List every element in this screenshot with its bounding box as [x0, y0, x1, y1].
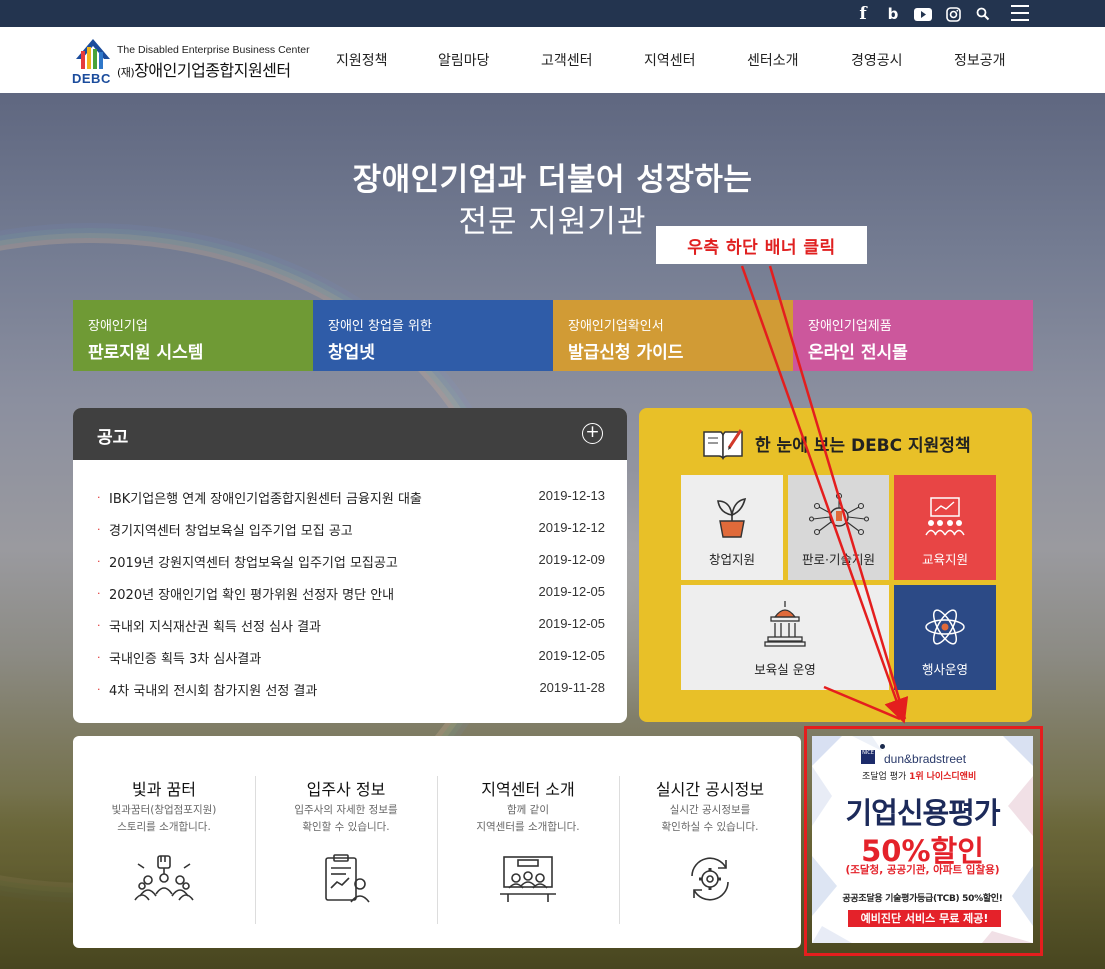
- notebook-pen-icon: [703, 429, 743, 460]
- main-navigation: 지원정책 알림마당 고객센터 지역센터 센터소개 경영공시 정보공개: [312, 50, 1032, 72]
- policy-title: 한 눈에 보는 DEBC 지원정책: [755, 435, 971, 456]
- info-realtime-disclosure[interactable]: 실시간 공시정보 실시간 공시정보를 확인하실 수 있습니다.: [619, 736, 801, 948]
- youtube-icon[interactable]: [913, 4, 933, 24]
- notice-header: 공고 +: [73, 408, 627, 460]
- nav-management-disclosure[interactable]: 경영공시: [851, 50, 903, 70]
- banner-headline: 기업신용평가: [845, 796, 1000, 830]
- info-tenant-info[interactable]: 입주사 정보 입주사의 자세한 정보를 확인할 수 있습니다.: [255, 736, 437, 948]
- policy-incubator-operation[interactable]: 보육실 운영: [681, 585, 889, 690]
- banner-brand: dun&bradstreet: [884, 752, 967, 766]
- building-icon: [764, 601, 806, 647]
- blog-icon[interactable]: b: [883, 4, 903, 24]
- team-fist-icon: [134, 855, 194, 901]
- meeting-icon: [500, 856, 556, 902]
- policy-education-support[interactable]: 교육지원: [894, 475, 996, 580]
- utility-bar: f b: [0, 0, 1105, 27]
- policy-event-operation[interactable]: 행사운영: [894, 585, 996, 690]
- nav-customer-center[interactable]: 고객센터: [541, 50, 593, 70]
- banner-pagination: [880, 744, 984, 749]
- banner-subtitle: 조달업 평가 1위 나이스디앤비: [862, 772, 977, 782]
- facebook-icon[interactable]: f: [853, 4, 873, 24]
- banner-dot[interactable]: [913, 744, 918, 749]
- banner-note: (조달청, 공공기관, 아파트 입찰용): [845, 864, 1000, 876]
- banner-dot[interactable]: [891, 744, 896, 749]
- menu-icon[interactable]: [1011, 5, 1029, 21]
- logo-abbreviation: DEBC: [72, 71, 111, 86]
- banner-free-diagnosis-button[interactable]: 예비진단 서비스 무료 제공!: [848, 910, 1001, 927]
- banner-dot[interactable]: [935, 744, 940, 749]
- policy-sales-tech-support[interactable]: 판로·기술지원: [788, 475, 889, 580]
- tile-online-mall[interactable]: 장애인기업제품 온라인 전시몰: [793, 300, 1033, 371]
- notice-title: 공고: [97, 428, 129, 448]
- notice-item[interactable]: · 국내외 지식재산권 획득 선정 심사 결과 2019-12-05: [97, 616, 605, 638]
- logo-english-name: The Disabled Enterprise Business Center: [117, 44, 310, 56]
- atom-icon: [925, 609, 965, 645]
- nav-information-disclosure[interactable]: 정보공개: [954, 50, 1006, 70]
- hero-headline: 장애인기업과 더불어 성장하는: [352, 162, 753, 198]
- notice-item[interactable]: · 경기지역센터 창업보육실 입주기업 모집 공고 2019-12-12: [97, 520, 605, 542]
- logo-korean-name: (재)장애인기업종합지원센터: [117, 61, 291, 80]
- nav-about-center[interactable]: 센터소개: [747, 50, 799, 70]
- instagram-icon[interactable]: [943, 4, 963, 24]
- banner-dot[interactable]: [946, 744, 951, 749]
- annotation-callout: 우측 하단 배너 클릭: [656, 226, 867, 264]
- notice-item[interactable]: · IBK기업은행 연계 장애인기업종합지원센터 금융지원 대출 2019-12-1…: [97, 488, 605, 510]
- banner-dot[interactable]: [924, 744, 929, 749]
- site-logo[interactable]: DEBC The Disabled Enterprise Business Ce…: [72, 37, 312, 87]
- notice-item[interactable]: · 국내인증 획득 3차 심사결과 2019-12-05: [97, 648, 605, 670]
- clipboard-person-icon: [325, 854, 370, 903]
- credit-rating-banner[interactable]: NICE dun&bradstreet 조달업 평가 1위 나이스디앤비 기업신…: [812, 736, 1033, 943]
- tile-certificate-guide[interactable]: 장애인기업확인서 발급신청 가이드: [553, 300, 793, 371]
- info-strip: 빛과 꿈터 빛과꿈터(창업점포지원) 스토리를 소개합니다. 입주사 정보 입주사…: [73, 736, 801, 948]
- notice-item[interactable]: · 4차 국내외 전시회 참가지원 선정 결과 2019-11-28: [97, 680, 605, 702]
- nav-support-policy[interactable]: 지원정책: [336, 50, 388, 70]
- banner-dot[interactable]: [902, 744, 907, 749]
- banner-dot[interactable]: [880, 744, 885, 749]
- policy-panel: 한 눈에 보는 DEBC 지원정책 창업지원 판로·기술지원 교육지원 보육실 …: [639, 408, 1032, 722]
- banner-dot[interactable]: [968, 744, 973, 749]
- network-icon: [808, 493, 869, 536]
- notice-panel: 공고 + · IBK기업은행 연계 장애인기업종합지원센터 금융지원 대출 2019…: [73, 408, 627, 723]
- info-regional-center[interactable]: 지역센터 소개 함께 같이 지역센터를 소개합니다.: [437, 736, 619, 948]
- tile-sales-support-system[interactable]: 장애인기업 판로지원 시스템: [73, 300, 313, 371]
- nav-notice-board[interactable]: 알림마당: [438, 50, 490, 70]
- plant-pot-icon: [717, 497, 747, 538]
- banner-dot[interactable]: [957, 744, 962, 749]
- gear-refresh-icon: [691, 857, 729, 901]
- banner-dot[interactable]: [979, 744, 984, 749]
- more-plus-icon[interactable]: +: [582, 423, 603, 444]
- nav-regional-center[interactable]: 지역센터: [644, 50, 696, 70]
- debc-logo-icon: [76, 39, 110, 69]
- notice-item[interactable]: · 2019년 강원지역센터 창업보육실 입주기업 모집공고 2019-12-09: [97, 552, 605, 574]
- info-light-dream[interactable]: 빛과 꿈터 빛과꿈터(창업점포지원) 스토리를 소개합니다.: [73, 736, 255, 948]
- search-icon[interactable]: [973, 4, 993, 24]
- site-header: DEBC The Disabled Enterprise Business Ce…: [0, 27, 1105, 93]
- nice-logo-icon: NICE: [861, 750, 875, 764]
- hero-subheadline: 전문 지원기관: [458, 204, 647, 240]
- tile-startup-net[interactable]: 장애인 창업을 위한 창업넷: [313, 300, 553, 371]
- policy-startup-support[interactable]: 창업지원: [681, 475, 783, 580]
- notice-item[interactable]: · 2020년 장애인기업 확인 평가위원 선정자 명단 안내 2019-12-05: [97, 584, 605, 606]
- presentation-icon: [925, 497, 965, 536]
- banner-tcb-line: 공공조달용 기술평가등급(TCB) 50%할인!: [842, 894, 1003, 904]
